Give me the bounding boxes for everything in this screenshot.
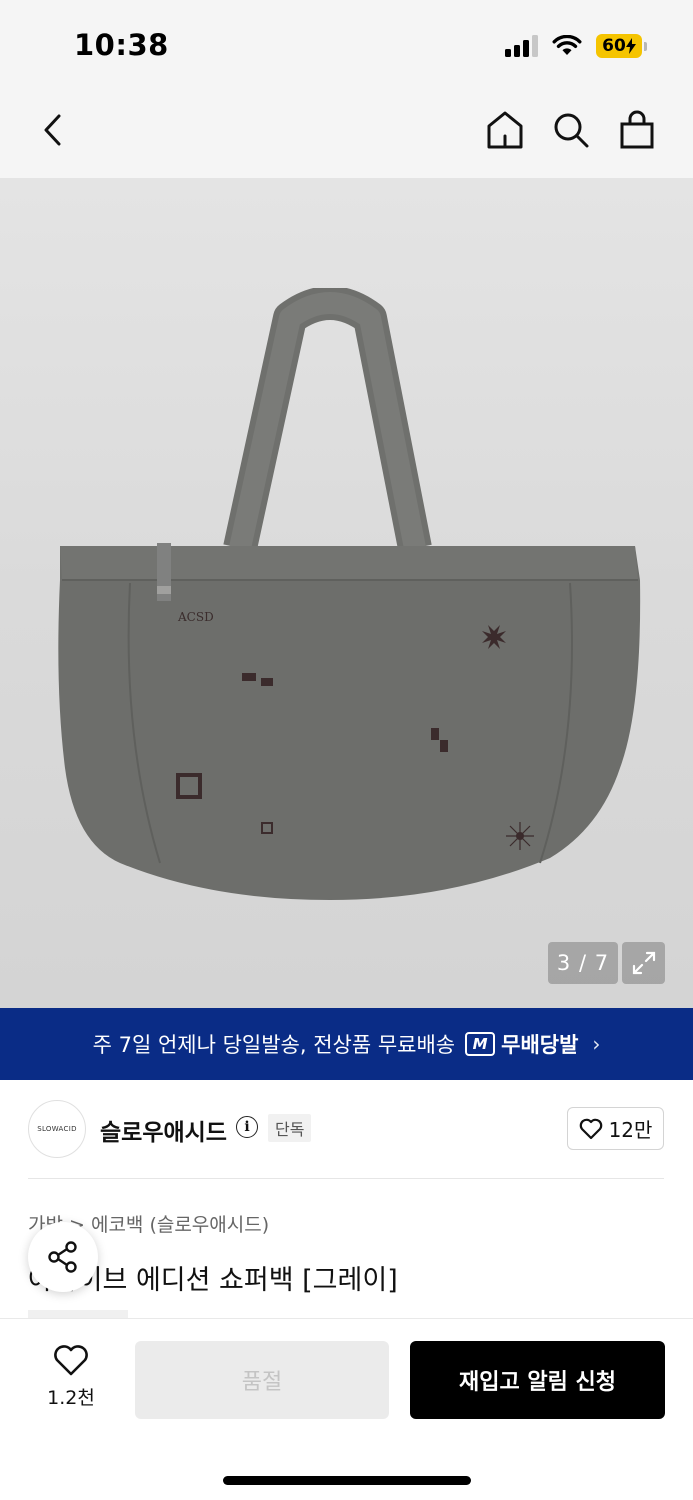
free-shipping-badge: M 무배당발 — [465, 1029, 578, 1059]
charging-bolt-icon — [625, 38, 636, 54]
search-icon — [554, 113, 589, 148]
home-indicator — [223, 1476, 471, 1485]
battery-nub — [644, 41, 647, 51]
nav-actions — [485, 108, 657, 152]
badge-label: 무배당발 — [501, 1033, 579, 1057]
home-icon — [487, 111, 523, 149]
info-icon[interactable]: i — [236, 1116, 258, 1138]
image-counter: 3 / 7 — [548, 942, 618, 984]
brand-logo[interactable]: SLOWACID — [28, 1100, 86, 1158]
product-image-gallery[interactable]: ACSD 3 / 7 — [0, 178, 693, 1008]
divider — [28, 1178, 664, 1179]
expand-button[interactable] — [622, 942, 665, 984]
bag-print-text: ACSD — [177, 610, 214, 624]
chevron-right-icon: › — [592, 1032, 601, 1056]
bottom-action-bar: 1.2천 품절 재입고 알림 신청 — [0, 1318, 693, 1500]
top-header: 10:38 60 — [0, 0, 693, 178]
chevron-left-icon — [44, 114, 61, 146]
home-button[interactable] — [485, 108, 525, 152]
back-button[interactable] — [34, 110, 70, 150]
cellular-signal-icon — [505, 35, 538, 57]
status-time: 10:38 — [74, 28, 169, 62]
exclusive-badge: 단독 — [268, 1114, 312, 1142]
product-image: ACSD — [58, 288, 641, 900]
expand-icon — [632, 951, 655, 975]
status-indicators: 60 — [505, 32, 647, 60]
shipping-banner[interactable]: 주 7일 언제나 당일발송, 전상품 무료배송 M 무배당발 › — [0, 1008, 693, 1080]
battery-icon: 60 — [596, 34, 642, 58]
share-button[interactable] — [28, 1222, 98, 1292]
shopping-bag-icon — [620, 110, 654, 149]
banner-text: 주 7일 언제나 당일발송, 전상품 무료배송 — [92, 1033, 456, 1057]
heart-icon — [579, 1118, 602, 1139]
heart-icon — [54, 1345, 88, 1376]
wishlist-count: 1.2천 — [47, 1387, 95, 1409]
brand-row: SLOWACID 슬로우애시드 i 단독 12만 — [0, 1080, 693, 1180]
cart-button[interactable] — [617, 108, 657, 152]
restock-alert-button[interactable]: 재입고 알림 신청 — [410, 1341, 665, 1419]
battery-level: 60 — [602, 36, 626, 56]
soldout-button: 품절 — [135, 1341, 389, 1419]
brand-logo-text: SLOWACID — [37, 1125, 77, 1133]
brand-name[interactable]: 슬로우애시드 — [100, 1113, 227, 1147]
wishlist-button[interactable]: 1.2천 — [38, 1345, 104, 1410]
search-button[interactable] — [551, 108, 591, 152]
wifi-icon — [552, 35, 582, 55]
brand-like-button[interactable]: 12만 — [567, 1107, 664, 1150]
brand-like-count: 12만 — [608, 1118, 653, 1142]
truck-m-icon: M — [465, 1032, 496, 1056]
share-icon — [48, 1241, 77, 1273]
